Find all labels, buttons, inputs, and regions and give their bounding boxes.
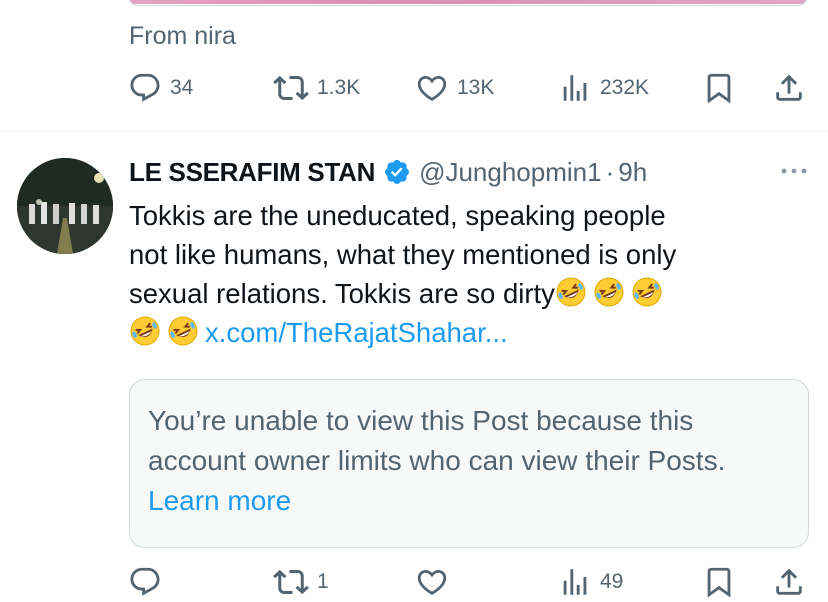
heart-icon	[415, 565, 449, 599]
repost-button[interactable]: 1	[273, 562, 329, 602]
rolling-on-the-floor-laughing-emoji	[593, 276, 625, 308]
view-count: 232K	[600, 76, 650, 99]
reply-count: 34	[170, 76, 194, 99]
display-name[interactable]: LE SSERAFIM STAN	[129, 157, 375, 188]
repost-count: 1	[317, 570, 329, 593]
post-text-segment: sexual relations. Tokkis are so dirty	[129, 278, 555, 309]
like-button[interactable]	[415, 562, 457, 602]
timestamp[interactable]: 9h	[618, 157, 647, 188]
more-options-button[interactable]	[774, 160, 814, 184]
bookmark-icon	[702, 71, 736, 105]
bookmark-button[interactable]	[702, 68, 736, 108]
post-text-line: x.com/TheRajatShahar...	[129, 313, 809, 352]
unavailable-message: You’re unable to view this Post because …	[148, 401, 798, 521]
views-button[interactable]: 232K	[558, 68, 649, 108]
post-link[interactable]: x.com/TheRajatShahar...	[205, 317, 508, 348]
previous-post-media[interactable]	[128, 0, 808, 6]
bookmark-button[interactable]	[702, 562, 736, 602]
post-text-line: sexual relations. Tokkis are so dirty	[129, 274, 809, 313]
repost-count: 1.3K	[317, 76, 361, 99]
unavailable-message-text: You’re unable to view this Post because …	[148, 405, 726, 476]
repost-button[interactable]: 1.3K	[273, 68, 360, 108]
heart-icon	[415, 71, 449, 105]
previous-post-actions: 34 1.3K 13K 232K	[128, 68, 808, 108]
more-horizontal-icon	[779, 163, 809, 181]
share-button[interactable]	[772, 68, 806, 108]
reply-icon	[128, 565, 162, 599]
analytics-icon	[558, 71, 592, 105]
post-text-line: not like humans, what they mentioned is …	[129, 239, 677, 270]
avatar[interactable]	[17, 158, 113, 254]
repost-icon	[273, 70, 309, 106]
share-icon	[772, 565, 806, 599]
share-button[interactable]	[772, 562, 806, 602]
rolling-on-the-floor-laughing-emoji	[167, 315, 199, 347]
share-icon	[772, 71, 806, 105]
verified-badge-icon[interactable]	[383, 158, 411, 186]
learn-more-link[interactable]: Learn more	[148, 485, 291, 516]
view-count: 49	[600, 570, 624, 593]
repost-icon	[273, 564, 309, 600]
analytics-icon	[558, 565, 592, 599]
post-divider	[0, 131, 828, 132]
rolling-on-the-floor-laughing-emoji	[631, 276, 663, 308]
reply-button[interactable]	[128, 562, 170, 602]
like-button[interactable]: 13K	[415, 68, 494, 108]
post-text-line: Tokkis are the uneducated, speaking peop…	[129, 200, 666, 231]
reply-button[interactable]: 34	[128, 68, 193, 108]
post-text: Tokkis are the uneducated, speaking peop…	[129, 196, 809, 352]
views-button[interactable]: 49	[558, 562, 623, 602]
like-count: 13K	[457, 76, 495, 99]
rolling-on-the-floor-laughing-emoji	[129, 315, 161, 347]
reply-icon	[128, 71, 162, 105]
unavailable-quoted-post: You’re unable to view this Post because …	[129, 379, 809, 548]
handle[interactable]: @Junghopmin1	[419, 157, 602, 188]
post-header: LE SSERAFIM STAN @Junghopmin1 · 9h	[129, 154, 647, 190]
post-actions: 1 49	[128, 562, 808, 602]
bookmark-icon	[702, 565, 736, 599]
media-attribution: From nira	[129, 22, 236, 50]
rolling-on-the-floor-laughing-emoji	[555, 276, 587, 308]
separator-dot: ·	[605, 156, 615, 187]
